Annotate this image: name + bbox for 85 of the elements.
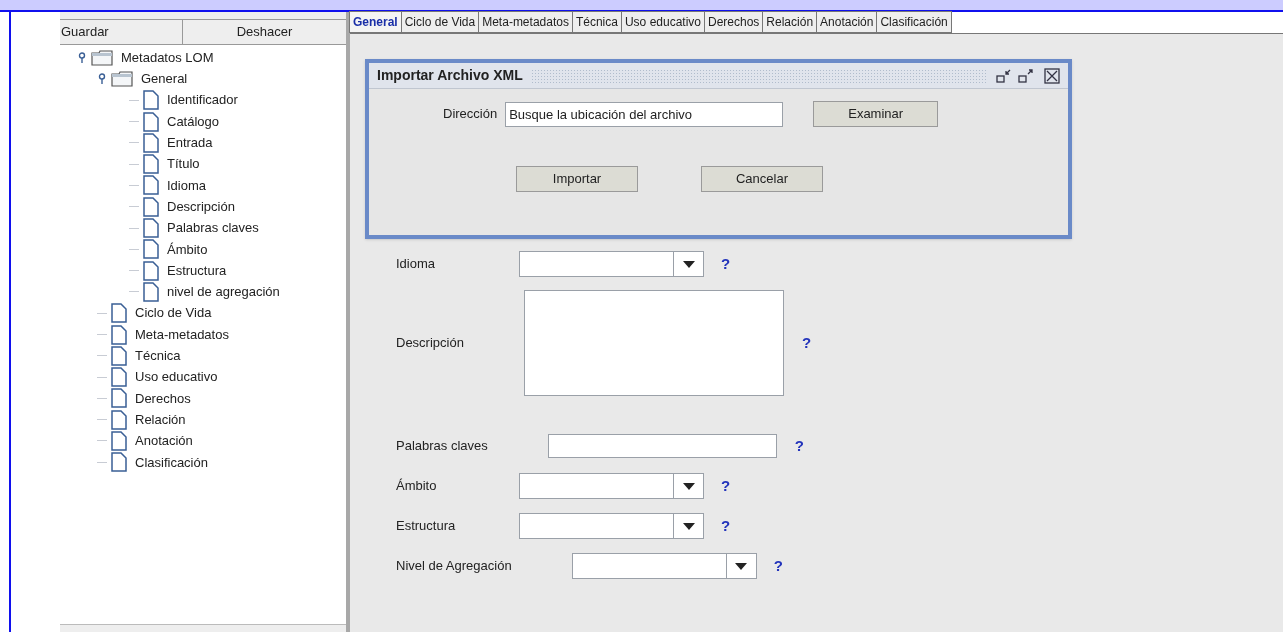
folder-icon (111, 70, 133, 87)
tree-item[interactable]: Técnica (135, 346, 181, 366)
document-icon (111, 324, 127, 345)
tree-item[interactable]: Uso educativo (135, 367, 218, 387)
field-label: Dirección (443, 105, 498, 124)
document-icon (143, 218, 159, 238)
tab[interactable]: Uso educativo (620, 11, 705, 33)
document-icon (111, 388, 127, 409)
folder-icon (91, 49, 113, 66)
tab[interactable]: Relación (762, 11, 818, 33)
tree-item[interactable]: Meta-metadatos (135, 324, 229, 345)
help-link[interactable]: ? (801, 331, 812, 355)
tree-item[interactable]: Metadatos LOM (121, 47, 214, 68)
dropdown-field[interactable] (519, 513, 704, 539)
document-icon (143, 281, 159, 302)
caret-icon (682, 260, 695, 268)
text-area[interactable] (523, 290, 784, 396)
document-icon (143, 111, 159, 132)
dialog-title: Importar Archivo XML (377, 66, 523, 85)
tree-item[interactable]: Relación (135, 409, 186, 430)
maximize-icon[interactable] (1018, 68, 1034, 83)
document-icon (143, 196, 159, 217)
toolbar-button[interactable]: Deshacer (183, 20, 346, 44)
field-label: Palabras claves (396, 437, 489, 456)
caret-icon (735, 562, 748, 570)
tree-item[interactable]: Anotación (135, 431, 193, 451)
help-link[interactable]: ? (721, 252, 731, 276)
caret-icon (682, 522, 695, 530)
document-icon (111, 367, 127, 388)
tab[interactable]: Ciclo de Vida (400, 11, 480, 33)
dialog-button[interactable]: Importar (516, 166, 638, 192)
help-link[interactable]: ? (721, 474, 731, 498)
input-field[interactable] (547, 434, 777, 458)
scrollbar[interactable] (60, 624, 346, 632)
tree-item[interactable]: Idioma (167, 175, 207, 196)
tab[interactable]: Técnica (571, 11, 622, 33)
tree-item[interactable]: General (141, 69, 188, 89)
tree-item[interactable]: Descripción (167, 196, 235, 217)
minimize-icon[interactable] (996, 68, 1012, 83)
tab[interactable]: Clasificación (876, 11, 952, 33)
input-field[interactable]: Busque la ubicación del archivo (505, 101, 784, 127)
document-icon (111, 345, 127, 366)
document-icon (111, 409, 127, 430)
tree-item[interactable]: Ámbito (167, 239, 208, 260)
tree-item[interactable]: Palabras claves (167, 218, 259, 238)
tree-item[interactable]: Catálogo (167, 111, 220, 132)
document-icon (143, 260, 159, 281)
help-link[interactable]: ? (794, 434, 804, 458)
toolbar-button[interactable]: Guardar (60, 20, 183, 44)
dropdown-field[interactable] (519, 251, 704, 277)
dialog-button[interactable]: Cancelar (701, 166, 823, 192)
help-link[interactable]: ? (773, 554, 783, 578)
browse-button[interactable]: Examinar (813, 101, 939, 127)
field-label: Idioma (396, 255, 437, 274)
dropdown-field[interactable] (519, 473, 704, 499)
tree-item[interactable]: Derechos (135, 388, 191, 409)
tree-item[interactable]: Entrada (167, 133, 213, 153)
help-link[interactable]: ? (721, 514, 731, 538)
field-label: Descripción (396, 334, 465, 353)
document-icon (143, 154, 159, 175)
document-icon (143, 132, 159, 153)
tree-item[interactable]: Título (167, 154, 200, 174)
tab[interactable]: Derechos (704, 11, 764, 33)
field-label: Estructura (396, 517, 457, 536)
document-icon (143, 90, 159, 111)
tab[interactable]: Anotación (816, 11, 878, 33)
expanded-handle-icon[interactable] (77, 51, 87, 64)
field-label: Nivel de Agregación (396, 557, 513, 576)
dropdown-field[interactable] (571, 553, 757, 579)
document-icon (143, 175, 159, 196)
close-icon[interactable] (1044, 67, 1060, 84)
tree-item[interactable]: Clasificación (135, 452, 208, 473)
document-icon (111, 431, 127, 451)
document-icon (111, 452, 127, 473)
field-label: Ámbito (396, 477, 438, 496)
tree-item[interactable]: Estructura (167, 260, 227, 281)
tree-item[interactable]: Ciclo de Vida (135, 303, 212, 323)
tab[interactable]: Meta-metadatos (478, 11, 573, 33)
tab[interactable]: General (349, 11, 402, 33)
document-icon (111, 303, 127, 324)
caret-icon (682, 482, 695, 490)
tree-item[interactable]: Identificador (167, 90, 238, 110)
document-icon (143, 239, 159, 260)
tree-item[interactable]: nivel de agregación (167, 282, 280, 302)
expanded-handle-icon[interactable] (97, 72, 107, 85)
